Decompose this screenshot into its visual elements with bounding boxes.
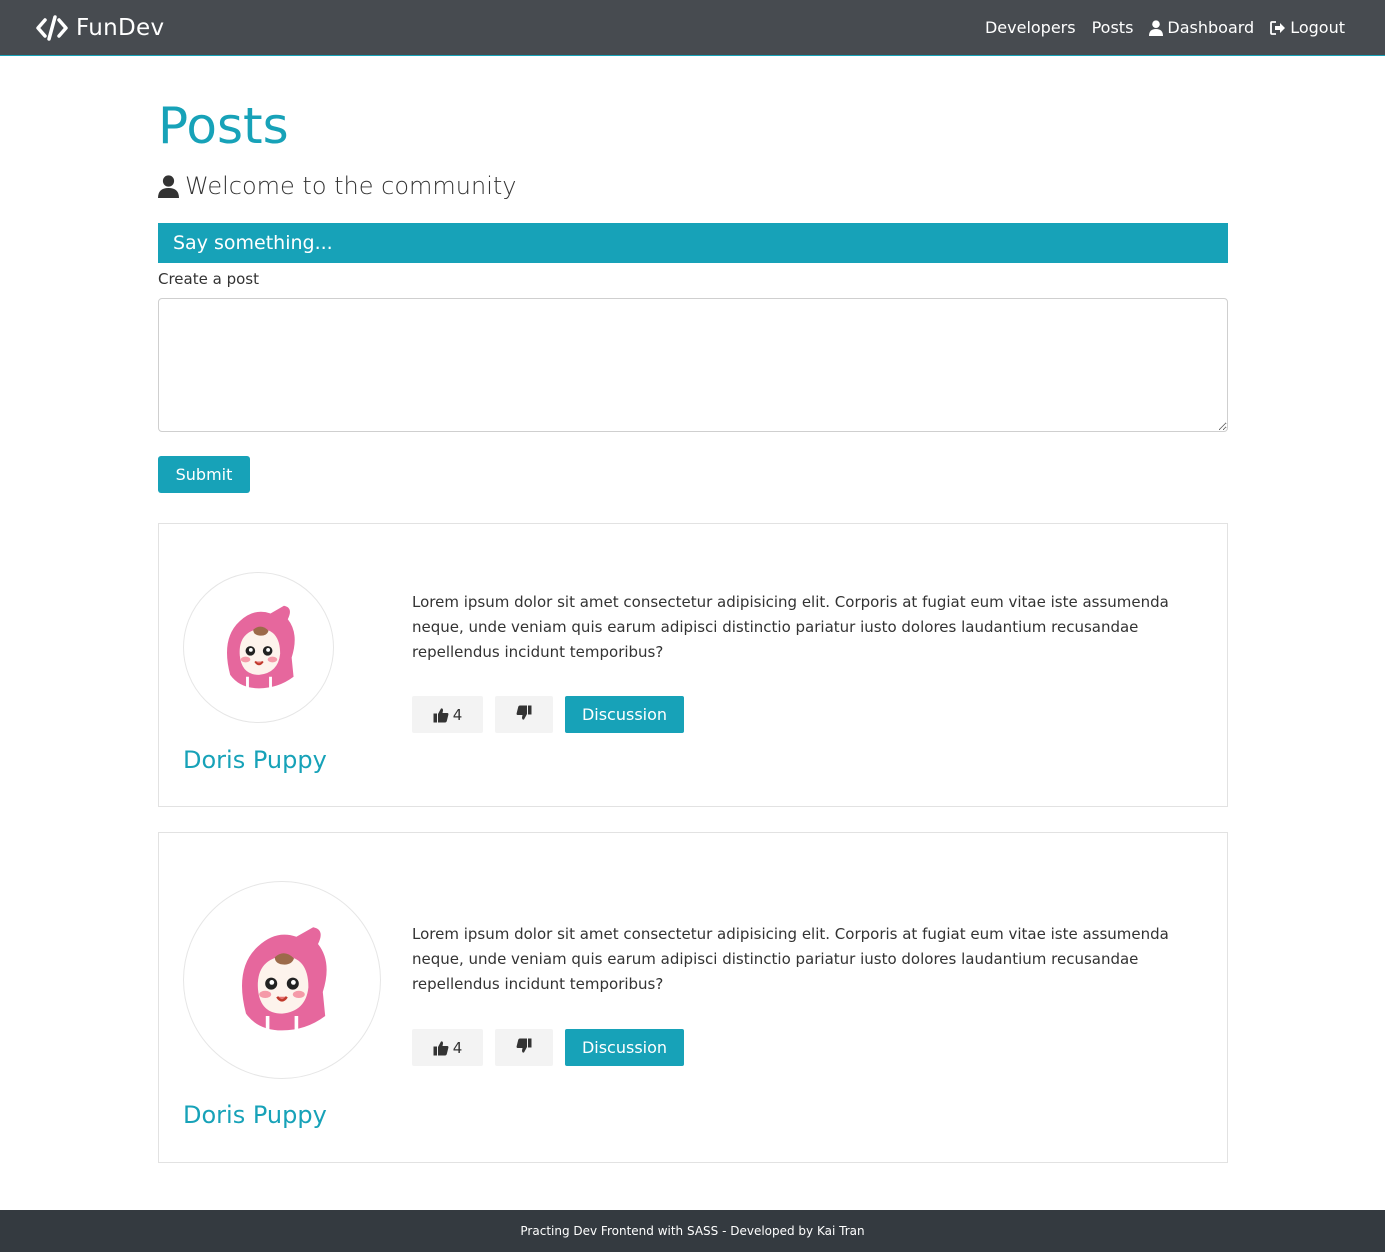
post-textarea[interactable] [158, 298, 1228, 432]
like-button[interactable]: 4 [412, 696, 483, 733]
code-icon [36, 14, 68, 41]
submit-button[interactable]: Submit [158, 456, 250, 493]
brand-link[interactable]: FunDev [36, 15, 164, 41]
like-count: 4 [452, 705, 463, 724]
avatar-illustration [226, 605, 295, 688]
thumbs-up-icon [433, 707, 449, 723]
post-form-header: Say something... [158, 223, 1228, 263]
thumbs-down-icon [516, 1038, 532, 1058]
like-count: 4 [452, 1038, 463, 1057]
post-actions: 4 Discussion [412, 696, 684, 733]
post-text: Lorem ipsum dolor sit amet consectetur a… [412, 925, 1169, 993]
avatar[interactable] [183, 572, 334, 723]
page-lead: Welcome to the community [158, 172, 517, 200]
discussion-button[interactable]: Discussion [565, 696, 684, 733]
thumbs-down-icon [516, 705, 532, 725]
avatar-illustration [242, 927, 327, 1031]
thumbs-up-icon [433, 1040, 449, 1056]
user-icon [1149, 19, 1164, 36]
post-actions: 4 Discussion [412, 1029, 684, 1066]
dislike-button[interactable] [495, 696, 553, 733]
nav-links: Developers Posts Dashboard Logout [969, 18, 1345, 37]
navbar: FunDev Developers Posts Dashboard Logout [0, 0, 1385, 56]
dislike-button[interactable] [495, 1029, 553, 1066]
nav-link-label: Logout [1290, 18, 1345, 37]
nav-link-developers[interactable]: Developers [985, 18, 1076, 37]
brand-name: FunDev [76, 14, 165, 41]
like-button[interactable]: 4 [412, 1029, 483, 1066]
sign-out-icon [1270, 20, 1286, 35]
post-author[interactable]: Doris Puppy [183, 1101, 327, 1129]
post-text: Lorem ipsum dolor sit amet consectetur a… [412, 593, 1169, 661]
nav-link-posts[interactable]: Posts [1092, 18, 1134, 37]
avatar[interactable] [183, 881, 381, 1079]
footer: Practing Dev Frontend with SASS - Develo… [0, 1210, 1385, 1252]
post-card: Doris Puppy Lorem ipsum dolor sit amet c… [158, 832, 1228, 1163]
user-icon [158, 174, 179, 198]
nav-link-label: Developers [984, 18, 1076, 37]
post-card: Doris Puppy Lorem ipsum dolor sit amet c… [158, 523, 1228, 807]
nav-link-logout[interactable]: Logout [1270, 18, 1345, 37]
post-author[interactable]: Doris Puppy [183, 746, 327, 774]
page-title: Posts [158, 97, 289, 155]
nav-link-label: Posts [1091, 18, 1134, 37]
discussion-button[interactable]: Discussion [565, 1029, 684, 1066]
post-label: Create a post [158, 270, 259, 288]
nav-link-dashboard[interactable]: Dashboard [1149, 18, 1254, 37]
footer-text: Practing Dev Frontend with SASS - Develo… [520, 1224, 865, 1238]
lead-text: Welcome to the community [185, 172, 517, 200]
nav-link-label: Dashboard [1167, 18, 1255, 37]
